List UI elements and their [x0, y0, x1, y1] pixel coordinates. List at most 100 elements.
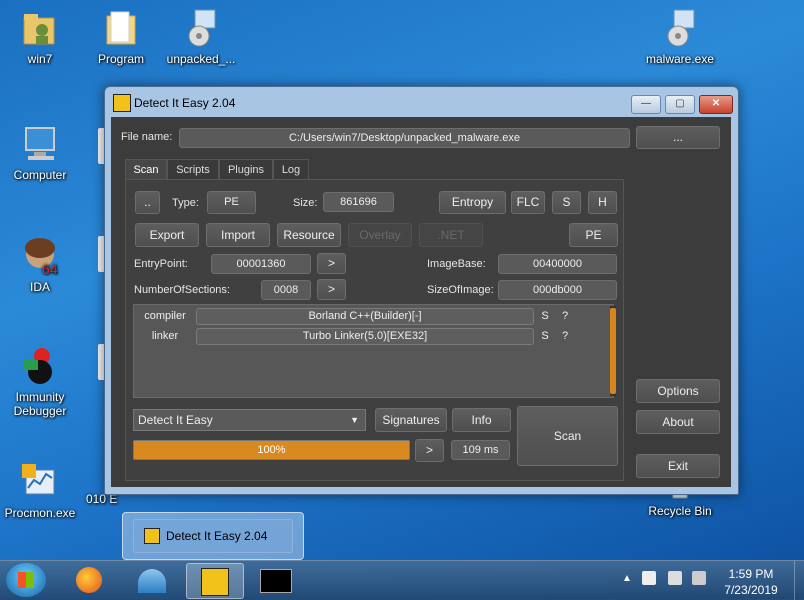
taskbar-die[interactable] [186, 563, 244, 599]
file-name-label: File name: [121, 131, 173, 143]
s-button[interactable]: S [552, 191, 581, 214]
taskbar-preview-item[interactable]: Detect It Easy 2.04 [133, 519, 293, 553]
clock-date[interactable]: 7/23/2019 [718, 583, 784, 597]
scan-button[interactable]: Scan [517, 406, 618, 466]
command-prompt-icon [260, 569, 292, 593]
die-window: Detect It Easy 2.04 — ▢ ✕ File name: C:/… [104, 86, 739, 495]
overlay-button: Overlay [348, 223, 412, 247]
resource-button[interactable]: Resource [277, 223, 341, 247]
tab-scan[interactable]: Scan [125, 159, 167, 180]
signatures-button[interactable]: Signatures [375, 408, 447, 432]
desktop-icon-label: Computer [13, 168, 67, 182]
folder-icon [101, 8, 141, 48]
maximize-button[interactable]: ▢ [665, 95, 695, 114]
about-button[interactable]: About [636, 410, 720, 434]
speaker-muted-icon[interactable] [668, 571, 682, 585]
results-scrollbar[interactable] [610, 306, 616, 396]
desktop-icon-label: Recycle Bin [648, 504, 712, 518]
desktop-icon-immunity[interactable]: Immunity Debugger [4, 346, 76, 418]
network-error-icon[interactable] [692, 571, 706, 585]
results-scrollbar-thumb[interactable] [610, 308, 616, 394]
windows-logo-icon [18, 572, 34, 588]
desktop-icon-label: Program [97, 52, 144, 66]
computer-icon [20, 124, 60, 164]
pe-button[interactable]: PE [569, 223, 618, 247]
desktop-icon-label: Procmon.exe [4, 506, 76, 520]
desktop-icon-computer[interactable]: Computer [4, 124, 76, 182]
start-button[interactable] [6, 563, 46, 597]
desktop-icon-label: malware.exe [645, 52, 715, 66]
desktop-icon-label: IDA [29, 280, 50, 294]
browse-button[interactable]: ... [636, 126, 720, 149]
result-kind-linker: linker [151, 330, 179, 342]
parent-dir-button[interactable]: .. [135, 191, 160, 214]
h-button[interactable]: H [588, 191, 617, 214]
installer-icon [181, 8, 221, 48]
taskbar-wireshark[interactable] [124, 563, 180, 597]
tab-log[interactable]: Log [273, 159, 309, 180]
wireshark-icon [138, 569, 166, 593]
taskbar-cmd[interactable] [248, 563, 304, 597]
info-button[interactable]: Info [452, 408, 511, 432]
desktop-icon-win7[interactable]: win7 [4, 8, 76, 66]
minimize-button[interactable]: — [631, 95, 661, 114]
exit-button[interactable]: Exit [636, 454, 720, 478]
show-desktop-button[interactable] [794, 561, 804, 600]
net-button: .NET [419, 223, 483, 247]
clock-time[interactable]: 1:59 PM [718, 567, 784, 581]
file-name-field[interactable]: C:/Users/win7/Desktop/unpacked_malware.e… [179, 128, 630, 148]
sections-label: NumberOfSections: [134, 284, 230, 296]
desktop-icon-label: win7 [27, 52, 53, 66]
imagebase-label: ImageBase: [427, 258, 486, 270]
user-folder-icon [20, 8, 60, 48]
result-s-linker[interactable]: S [539, 330, 551, 342]
type-value[interactable]: PE [207, 191, 256, 214]
import-button[interactable]: Import [206, 223, 270, 247]
export-button[interactable]: Export [135, 223, 199, 247]
desktop-icon-malware[interactable]: malware.exe [644, 8, 716, 66]
result-value-linker: Turbo Linker(5.0)[EXE32] [196, 328, 534, 345]
desktop-icon-program[interactable]: Program [85, 8, 157, 66]
title-bar[interactable]: Detect It Easy 2.04 — ▢ ✕ [105, 87, 738, 117]
entrypoint-value: 00001360 [211, 254, 311, 274]
result-value-compiler: Borland C++(Builder)[-] [196, 308, 534, 325]
imagebase-value: 00400000 [498, 254, 617, 274]
desktop-icon-label: unpacked_... [166, 52, 236, 66]
taskbar: ▲ 1:59 PM 7/23/2019 [0, 560, 804, 600]
entrypoint-arrow-button[interactable]: > [317, 253, 346, 274]
tab-plugins[interactable]: Plugins [219, 159, 273, 180]
scan-progress-bar: 100% [133, 440, 410, 460]
entrypoint-label: EntryPoint: [134, 258, 188, 270]
firefox-icon [76, 567, 102, 593]
engine-select[interactable]: Detect It Easy ▼ [133, 409, 366, 431]
window-title: Detect It Easy 2.04 [134, 96, 236, 110]
close-button[interactable]: ✕ [699, 95, 733, 114]
immunity-debugger-icon [20, 346, 60, 386]
result-help-linker[interactable]: ? [559, 330, 571, 342]
svg-text:64: 64 [42, 261, 58, 276]
procmon-icon [20, 462, 60, 502]
scan-progress-text: 100% [257, 444, 286, 456]
result-s-compiler[interactable]: S [539, 310, 551, 322]
sections-arrow-button[interactable]: > [317, 279, 346, 300]
die-app-icon [144, 528, 160, 544]
flc-button[interactable]: FLC [511, 191, 545, 214]
main-panel: File name: C:/Users/win7/Desktop/unpacke… [111, 117, 731, 487]
entropy-button[interactable]: Entropy [439, 191, 506, 214]
type-label: Type: [172, 197, 199, 209]
progress-arrow-button[interactable]: > [415, 439, 444, 462]
scan-time: 109 ms [451, 440, 510, 460]
tab-scripts[interactable]: Scripts [167, 159, 219, 180]
options-button[interactable]: Options [636, 379, 720, 403]
taskbar-firefox[interactable] [62, 563, 118, 597]
desktop-icon-procmon[interactable]: Procmon.exe [4, 462, 76, 520]
action-center-flag-icon[interactable] [642, 571, 656, 585]
desktop-icon-unpacked[interactable]: unpacked_... [165, 8, 237, 66]
result-help-compiler[interactable]: ? [559, 310, 571, 322]
taskbar-preview[interactable]: Detect It Easy 2.04 [122, 512, 304, 560]
show-hidden-icons-icon[interactable]: ▲ [622, 573, 632, 584]
ida-icon: 64 [20, 236, 60, 277]
die-app-icon [113, 94, 131, 112]
desktop-icon-ida[interactable]: 64 IDA [4, 236, 76, 294]
engine-select-value: Detect It Easy [138, 413, 213, 427]
